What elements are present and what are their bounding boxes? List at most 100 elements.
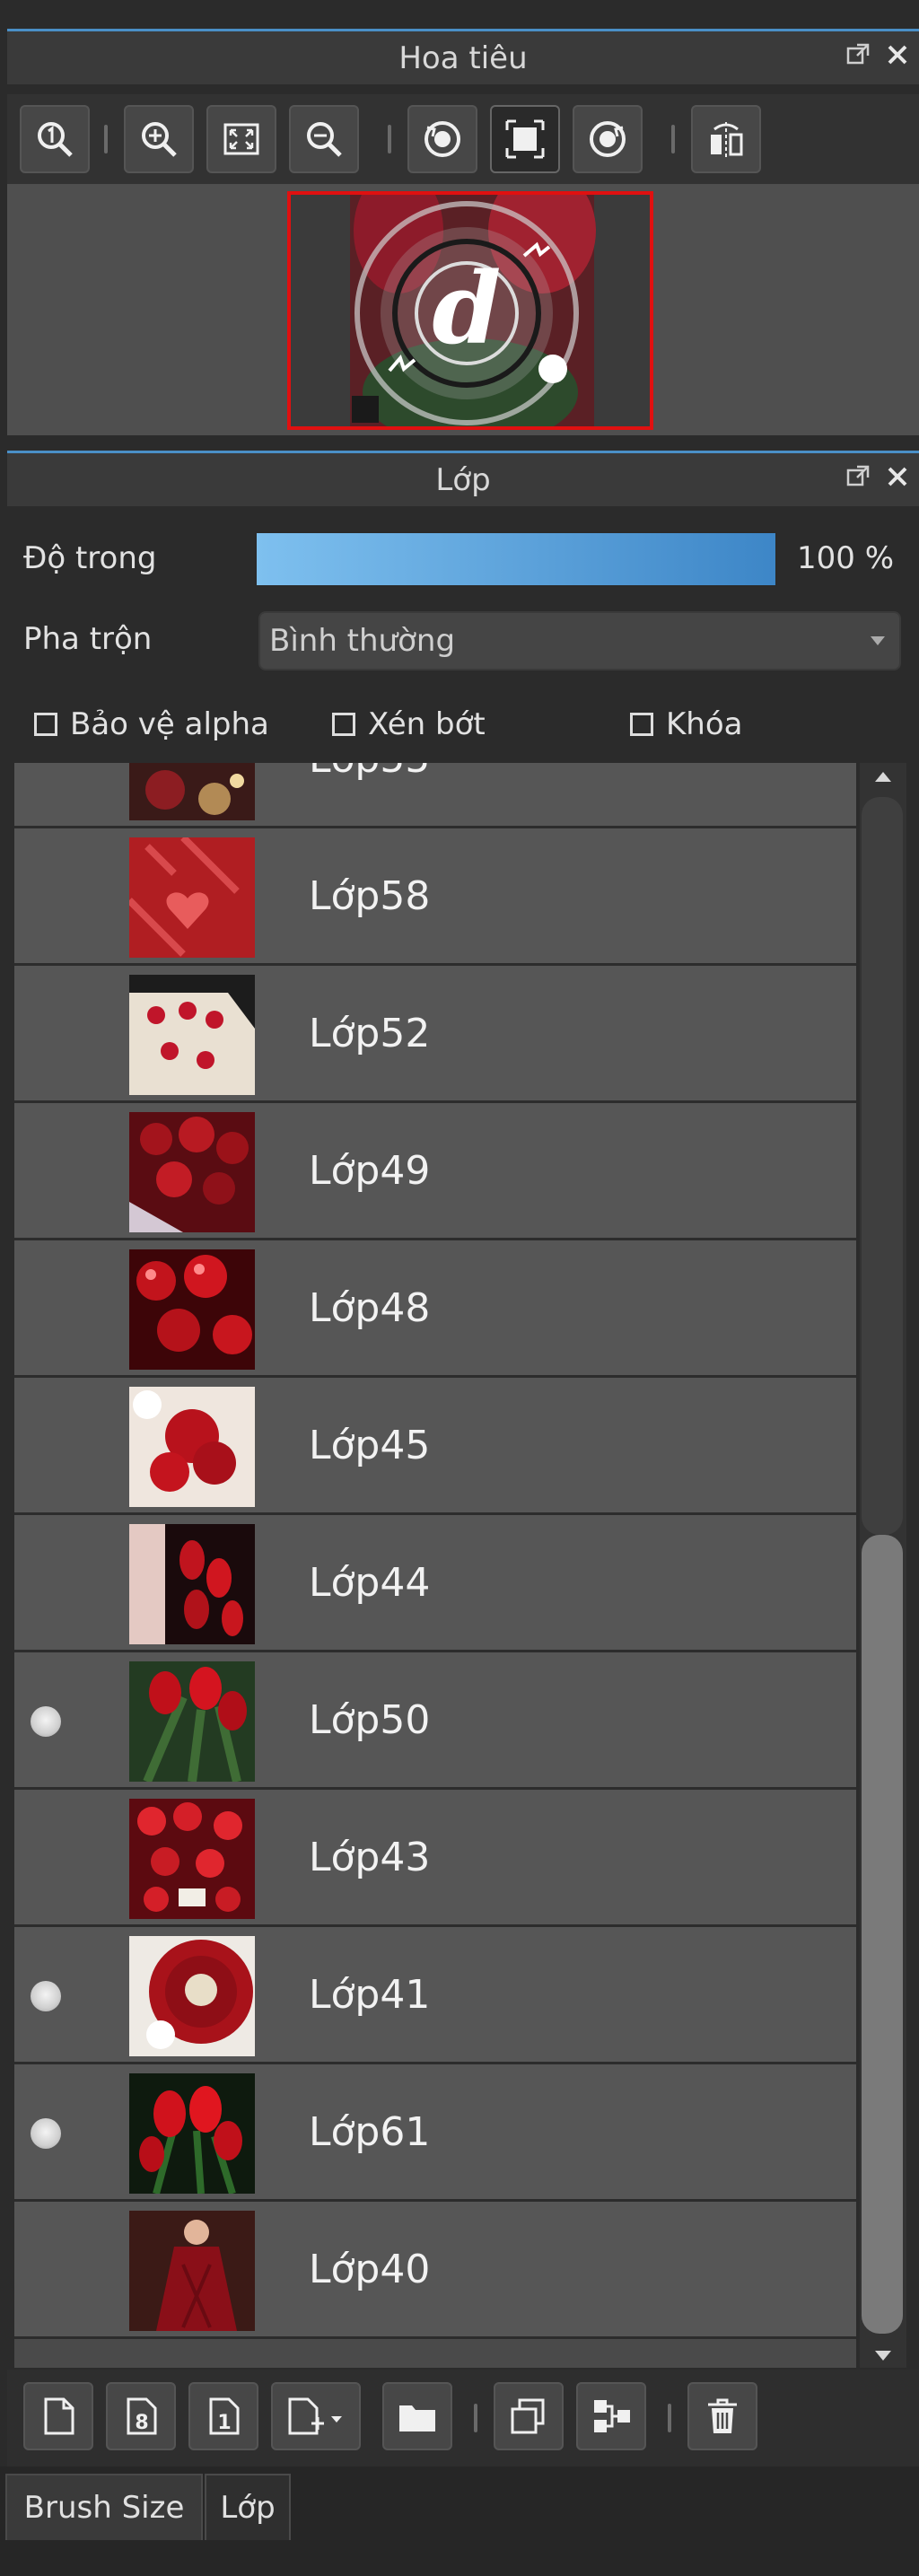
visibility-indicator[interactable] xyxy=(31,1981,61,2011)
navigator-toolbar xyxy=(7,94,919,184)
new-1bit-layer-button[interactable]: 1 xyxy=(188,2382,258,2450)
opacity-label: Độ trong xyxy=(23,540,157,576)
navigator-title: Hoa tiêu xyxy=(398,39,528,76)
layer-name: Lớp61 xyxy=(309,2109,431,2155)
layer-name: Lớp58 xyxy=(309,873,431,919)
layer-thumbnail xyxy=(129,1524,255,1644)
svg-text:1: 1 xyxy=(217,2412,231,2434)
trash-icon xyxy=(708,2398,737,2433)
close-icon[interactable] xyxy=(883,40,912,69)
protect-alpha-label: Bảo vệ alpha xyxy=(70,706,269,742)
new-layer-button[interactable] xyxy=(23,2382,93,2450)
svg-text:8: 8 xyxy=(135,2412,148,2434)
add-layer-dropdown-icon xyxy=(288,2397,342,2435)
layer-row[interactable]: Lớp58 xyxy=(14,828,856,966)
layer-thumbnail xyxy=(129,2211,255,2331)
layer-row[interactable]: Lớp43 xyxy=(14,1790,856,1927)
layer-thumbnail xyxy=(129,975,255,1095)
layer-name: Lớp43 xyxy=(309,1835,431,1880)
fit-screen-icon xyxy=(223,123,259,155)
layer-thumbnail xyxy=(129,1112,255,1232)
layer-name: Lớp55 xyxy=(309,763,430,782)
layer-name: Lớp41 xyxy=(309,1972,431,2018)
layer-row[interactable]: Lớp44 xyxy=(14,1515,856,1652)
layer-row[interactable]: Lớp50 xyxy=(14,1652,856,1790)
zoom-out-icon xyxy=(307,122,342,157)
layer-row[interactable]: Lớp55 xyxy=(14,763,856,828)
toolbar-separator xyxy=(104,125,108,153)
tab-brush-size-label: Brush Size xyxy=(23,2490,185,2526)
folder-icon xyxy=(399,2405,435,2431)
layer-thumbnail xyxy=(129,1661,255,1782)
svg-text:d: d xyxy=(433,250,502,366)
zoom-in-button[interactable] xyxy=(124,105,194,173)
layer-thumbnail xyxy=(129,1387,255,1507)
layer-name: Lớp52 xyxy=(309,1011,431,1056)
toolbar-separator xyxy=(474,2404,477,2432)
close-icon[interactable] xyxy=(883,462,912,491)
scroll-up-arrow-icon[interactable] xyxy=(865,763,901,790)
visibility-indicator[interactable] xyxy=(31,1706,61,1737)
layer-row[interactable]: Lớp61 xyxy=(14,2064,856,2202)
layer-name: Lớp45 xyxy=(309,1423,431,1468)
viewport-frame[interactable]: d xyxy=(287,191,653,430)
chevron-down-icon xyxy=(871,636,885,645)
canvas-thumbnail: d xyxy=(291,195,650,426)
flip-horizontal-button[interactable] xyxy=(691,105,761,173)
rotate-left-icon xyxy=(424,121,460,157)
popout-icon[interactable] xyxy=(844,462,872,491)
layer-thumbnail xyxy=(129,2073,255,2194)
clip-checkbox[interactable]: Xén bớt xyxy=(332,706,486,742)
popout-icon[interactable] xyxy=(844,40,872,69)
layer-list[interactable]: Lớp55 Lớp58 Lớp52 Lớp49 Lớp48 Lớp45 xyxy=(14,763,856,2368)
layer-row[interactable]: Lớp41 xyxy=(14,1927,856,2064)
reset-view-button[interactable] xyxy=(490,105,560,173)
protect-alpha-checkbox[interactable]: Bảo vệ alpha xyxy=(34,706,269,742)
zoom-actual-button[interactable] xyxy=(20,105,90,173)
layer-thumbnail xyxy=(129,1936,255,2056)
new-folder-button[interactable] xyxy=(382,2382,452,2450)
new-8bit-layer-button[interactable]: 8 xyxy=(106,2382,176,2450)
opacity-value: 100 % xyxy=(797,540,895,576)
delete-layer-button[interactable] xyxy=(687,2382,757,2450)
layer-row[interactable]: Lớp49 xyxy=(14,1103,856,1240)
rotate-right-button[interactable] xyxy=(573,105,643,173)
layer-actions-toolbar: 8 1 xyxy=(7,2370,919,2466)
lock-checkbox[interactable]: Khóa xyxy=(630,706,742,742)
checkbox-box[interactable] xyxy=(34,713,57,736)
clip-label: Xén bớt xyxy=(368,706,486,742)
layer-row[interactable]: Lớp40 xyxy=(14,2202,856,2339)
merge-layer-button[interactable] xyxy=(576,2382,646,2450)
tab-brush-size[interactable]: Brush Size xyxy=(5,2474,203,2540)
rotate-left-button[interactable] xyxy=(407,105,477,173)
blend-mode-select[interactable]: Bình thường xyxy=(258,611,901,670)
opacity-slider[interactable] xyxy=(255,531,777,587)
layer-name: Lớp40 xyxy=(309,2247,431,2292)
navigator-title-bar: Hoa tiêu xyxy=(7,29,919,84)
layer-name: Lớp48 xyxy=(309,1285,431,1331)
scroll-down-arrow-icon[interactable] xyxy=(865,2343,901,2370)
reset-view-icon xyxy=(505,119,545,159)
toolbar-separator xyxy=(671,125,675,153)
rotate-right-icon xyxy=(590,121,626,157)
duplicate-layer-button[interactable] xyxy=(494,2382,564,2450)
tab-layer-label: Lớp xyxy=(220,2490,276,2526)
layer-thumbnail xyxy=(129,1249,255,1370)
fit-screen-button[interactable] xyxy=(206,105,276,173)
tab-layer[interactable]: Lớp xyxy=(205,2474,291,2540)
checkbox-box[interactable] xyxy=(630,713,653,736)
layer-thumbnail xyxy=(129,837,255,958)
toolbar-separator xyxy=(388,125,391,153)
layers-title-bar: Lớp xyxy=(7,451,919,506)
scrollbar-track-upper xyxy=(862,797,903,1535)
scrollbar-thumb[interactable] xyxy=(862,1535,903,2334)
visibility-indicator[interactable] xyxy=(31,2118,61,2149)
layer-row[interactable]: Lớp45 xyxy=(14,1378,856,1515)
layer-row[interactable]: Lớp52 xyxy=(14,966,856,1103)
layer-row[interactable]: Lớp48 xyxy=(14,1240,856,1378)
zoom-out-button[interactable] xyxy=(289,105,359,173)
lock-label: Khóa xyxy=(666,706,743,742)
navigator-preview[interactable]: d xyxy=(7,184,919,435)
checkbox-box[interactable] xyxy=(332,713,355,736)
add-layer-menu-button[interactable] xyxy=(271,2382,361,2450)
